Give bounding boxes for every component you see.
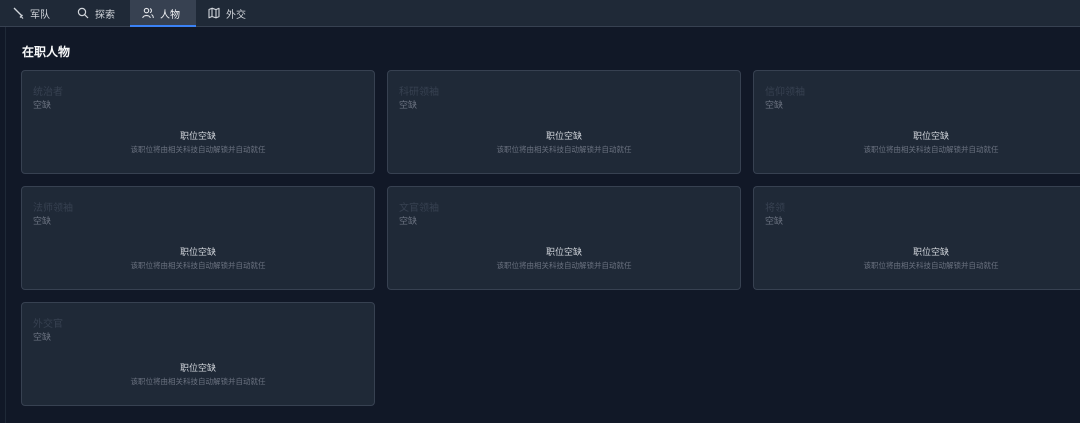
position-card: 将领 空缺 职位空缺 该职位将由相关科技自动解锁并自动就任 — [753, 186, 1080, 290]
card-role: 统治者 — [33, 87, 63, 98]
card-hint: 该职位将由相关科技自动解锁并自动就任 — [130, 261, 266, 270]
tab-label: 人物 — [160, 9, 180, 21]
divider — [5, 27, 6, 423]
tab-diplomacy[interactable]: 外交 — [196, 0, 262, 26]
tab-bar: 军队 探索 人物 外交 — [0, 0, 1080, 27]
card-role: 文官领袖 — [399, 203, 439, 214]
card-role: 信仰领袖 — [765, 87, 805, 98]
card-role: 法师领袖 — [33, 203, 73, 214]
users-icon — [142, 7, 154, 19]
card-vacant-label: 职位空缺 — [912, 132, 949, 142]
search-icon — [77, 7, 89, 19]
position-card: 科研领袖 空缺 职位空缺 该职位将由相关科技自动解锁并自动就任 — [387, 70, 741, 174]
tab-label: 军队 — [30, 9, 50, 21]
card-status: 空缺 — [399, 217, 418, 227]
position-card: 信仰领袖 空缺 职位空缺 该职位将由相关科技自动解锁并自动就任 — [753, 70, 1080, 174]
card-status: 空缺 — [33, 101, 52, 111]
card-vacant-label: 职位空缺 — [545, 132, 582, 142]
card-vacant-label: 职位空缺 — [179, 132, 216, 142]
sword-icon — [12, 7, 24, 19]
card-vacant-label: 职位空缺 — [912, 248, 949, 258]
position-card: 法师领袖 空缺 职位空缺 该职位将由相关科技自动解锁并自动就任 — [21, 186, 375, 290]
card-status: 空缺 — [33, 333, 52, 343]
card-vacant-label: 职位空缺 — [179, 364, 216, 374]
tab-army[interactable]: 军队 — [0, 0, 65, 26]
card-role: 外交官 — [33, 319, 63, 330]
card-vacant-label: 职位空缺 — [179, 248, 216, 258]
position-card: 文官领袖 空缺 职位空缺 该职位将由相关科技自动解锁并自动就任 — [387, 186, 741, 290]
card-hint: 该职位将由相关科技自动解锁并自动就任 — [496, 261, 632, 270]
tab-characters[interactable]: 人物 — [130, 0, 196, 27]
tab-label: 外交 — [226, 9, 246, 21]
card-hint: 该职位将由相关科技自动解锁并自动就任 — [863, 261, 999, 270]
card-status: 空缺 — [765, 101, 784, 111]
card-role: 科研领袖 — [399, 87, 439, 98]
card-status: 空缺 — [33, 217, 52, 227]
position-card: 外交官 空缺 职位空缺 该职位将由相关科技自动解锁并自动就任 — [21, 302, 375, 406]
map-icon — [208, 7, 220, 19]
card-status: 空缺 — [399, 101, 418, 111]
card-hint: 该职位将由相关科技自动解锁并自动就任 — [496, 145, 632, 154]
position-card: 统治者 空缺 职位空缺 该职位将由相关科技自动解锁并自动就任 — [21, 70, 375, 174]
card-hint: 该职位将由相关科技自动解锁并自动就任 — [130, 145, 266, 154]
card-status: 空缺 — [765, 217, 784, 227]
section-title: 在职人物 — [22, 45, 71, 59]
card-hint: 该职位将由相关科技自动解锁并自动就任 — [863, 145, 999, 154]
card-role: 将领 — [765, 203, 785, 214]
tab-explore[interactable]: 探索 — [65, 0, 130, 26]
card-hint: 该职位将由相关科技自动解锁并自动就任 — [130, 377, 266, 386]
tab-label: 探索 — [95, 9, 115, 21]
card-vacant-label: 职位空缺 — [545, 248, 582, 258]
